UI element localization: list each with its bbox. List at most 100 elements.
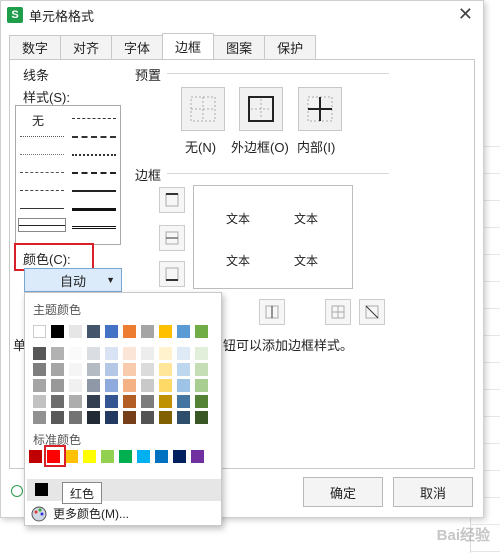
theme-shade-swatch[interactable] [105, 347, 118, 360]
line-style-option[interactable] [20, 190, 64, 191]
theme-shade-swatch[interactable] [177, 411, 190, 424]
color-dropdown[interactable]: 自动 ▼ [24, 268, 122, 292]
standard-color-swatch[interactable] [155, 450, 168, 463]
theme-shade-swatch[interactable] [177, 347, 190, 360]
theme-shade-swatch[interactable] [51, 347, 64, 360]
close-icon[interactable]: ✕ [458, 4, 473, 25]
theme-shade-swatch[interactable] [105, 379, 118, 392]
line-style-option[interactable] [72, 190, 116, 192]
theme-shade-swatch[interactable] [141, 347, 154, 360]
cancel-button[interactable]: 取消 [393, 477, 473, 507]
theme-color-swatch[interactable] [123, 325, 136, 338]
theme-shade-swatch[interactable] [33, 395, 46, 408]
tab-alignment[interactable]: 对齐 [60, 35, 113, 59]
tab-number[interactable]: 数字 [9, 35, 62, 59]
theme-shade-swatch[interactable] [177, 395, 190, 408]
theme-color-swatch[interactable] [177, 325, 190, 338]
theme-shade-swatch[interactable] [159, 411, 172, 424]
theme-color-swatch[interactable] [159, 325, 172, 338]
line-style-list[interactable]: 无 [15, 105, 121, 245]
theme-shade-swatch[interactable] [105, 395, 118, 408]
theme-color-swatch[interactable] [69, 325, 82, 338]
standard-color-swatch[interactable] [119, 450, 132, 463]
theme-shade-swatch[interactable] [195, 363, 208, 376]
theme-shade-swatch[interactable] [123, 363, 136, 376]
theme-shade-swatch[interactable] [195, 379, 208, 392]
theme-shade-swatch[interactable] [105, 363, 118, 376]
theme-shade-swatch[interactable] [123, 411, 136, 424]
recent-color-swatch[interactable] [35, 483, 48, 496]
theme-shade-swatch[interactable] [195, 395, 208, 408]
theme-color-swatch[interactable] [87, 325, 100, 338]
border-middle-button[interactable] [159, 225, 185, 251]
theme-shade-swatch[interactable] [195, 347, 208, 360]
theme-shade-swatch[interactable] [123, 395, 136, 408]
theme-shade-swatch[interactable] [69, 395, 82, 408]
theme-color-swatch[interactable] [33, 325, 46, 338]
theme-shade-swatch[interactable] [159, 395, 172, 408]
line-style-selected[interactable] [18, 218, 66, 232]
standard-color-swatch[interactable] [65, 450, 78, 463]
standard-color-swatch[interactable] [191, 450, 204, 463]
line-style-option[interactable] [72, 172, 116, 174]
theme-color-swatch[interactable] [195, 325, 208, 338]
line-style-option[interactable] [20, 154, 64, 155]
theme-shade-swatch[interactable] [123, 347, 136, 360]
border-bottom-button[interactable] [159, 261, 185, 287]
theme-shade-swatch[interactable] [195, 411, 208, 424]
standard-color-swatch[interactable] [173, 450, 186, 463]
theme-shade-swatch[interactable] [141, 379, 154, 392]
border-preview[interactable]: 文本 文本 文本 文本 [193, 185, 353, 289]
line-style-option[interactable] [72, 136, 116, 138]
theme-shade-swatch[interactable] [69, 363, 82, 376]
tab-font[interactable]: 字体 [111, 35, 164, 59]
border-left-button[interactable] [259, 299, 285, 325]
line-style-option[interactable] [72, 154, 116, 156]
tab-pattern[interactable]: 图案 [213, 35, 266, 59]
theme-shade-swatch[interactable] [87, 379, 100, 392]
theme-shade-swatch[interactable] [33, 347, 46, 360]
theme-shade-swatch[interactable] [51, 363, 64, 376]
line-style-option[interactable] [72, 226, 116, 230]
theme-shade-swatch[interactable] [177, 363, 190, 376]
border-diagonal-button[interactable] [359, 299, 385, 325]
theme-shade-swatch[interactable] [159, 363, 172, 376]
border-right-button[interactable] [325, 299, 351, 325]
theme-shade-swatch[interactable] [105, 411, 118, 424]
theme-shade-swatch[interactable] [33, 363, 46, 376]
line-style-option[interactable] [72, 118, 116, 119]
theme-shade-swatch[interactable] [177, 379, 190, 392]
theme-shade-swatch[interactable] [51, 411, 64, 424]
theme-shade-swatch[interactable] [69, 347, 82, 360]
line-style-option[interactable] [20, 208, 64, 209]
standard-color-swatch[interactable] [83, 450, 96, 463]
line-style-option[interactable] [20, 136, 64, 137]
theme-shade-swatch[interactable] [87, 411, 100, 424]
theme-shade-swatch[interactable] [123, 379, 136, 392]
theme-shade-swatch[interactable] [141, 395, 154, 408]
theme-shade-swatch[interactable] [159, 347, 172, 360]
tab-protection[interactable]: 保护 [264, 35, 317, 59]
preset-none-button[interactable] [181, 87, 225, 131]
theme-shade-swatch[interactable] [51, 379, 64, 392]
theme-color-swatch[interactable] [51, 325, 64, 338]
theme-shade-swatch[interactable] [141, 411, 154, 424]
theme-shade-swatch[interactable] [51, 395, 64, 408]
theme-shade-swatch[interactable] [33, 411, 46, 424]
theme-shade-swatch[interactable] [141, 363, 154, 376]
theme-color-swatch[interactable] [141, 325, 154, 338]
theme-color-swatch[interactable] [105, 325, 118, 338]
preset-inside-button[interactable] [298, 87, 342, 131]
standard-color-swatch[interactable] [137, 450, 150, 463]
theme-shade-swatch[interactable] [87, 347, 100, 360]
theme-shade-swatch[interactable] [69, 411, 82, 424]
theme-shade-swatch[interactable] [159, 379, 172, 392]
ok-button[interactable]: 确定 [303, 477, 383, 507]
tab-border[interactable]: 边框 [162, 33, 215, 59]
standard-color-swatch[interactable] [29, 450, 42, 463]
theme-shade-swatch[interactable] [87, 395, 100, 408]
standard-color-swatch[interactable] [101, 450, 114, 463]
help-icon[interactable] [11, 485, 23, 497]
theme-shade-swatch[interactable] [69, 379, 82, 392]
theme-shade-swatch[interactable] [87, 363, 100, 376]
